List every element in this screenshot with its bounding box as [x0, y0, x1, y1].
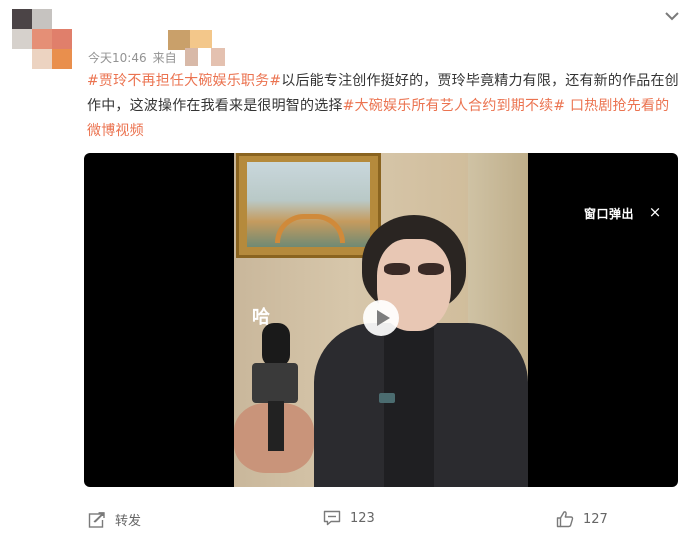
video-player[interactable]: 哈 窗口弹出 × [84, 153, 678, 487]
hashtag-link[interactable]: #大碗娱乐所有艺人合约到期不续# [343, 98, 566, 114]
source-blurred [184, 48, 225, 66]
close-icon[interactable]: × [648, 203, 662, 221]
repost-label: 转发 [115, 514, 142, 529]
like-icon [556, 511, 574, 528]
action-bar: 转发 123 127 [0, 510, 699, 532]
microphone [252, 323, 298, 453]
comment-button[interactable]: 123 [323, 510, 375, 526]
hashtag-link[interactable]: #贾玲不再担任大碗娱乐职务# [87, 73, 281, 89]
comment-count: 123 [350, 510, 375, 526]
chevron-down-icon[interactable] [664, 8, 680, 24]
popout-window-button[interactable]: 窗口弹出 [584, 205, 634, 222]
painting [236, 153, 381, 258]
post-source-label: 来自 [152, 50, 177, 65]
play-icon[interactable] [363, 300, 399, 336]
username-blurred[interactable] [168, 30, 212, 50]
like-count: 127 [583, 511, 608, 527]
post-meta: 今天10:46 来自 [88, 48, 225, 66]
like-button[interactable]: 127 [556, 510, 608, 528]
comment-icon [323, 510, 341, 526]
post-text: #贾玲不再担任大碗娱乐职务#以后能专注创作挺好的，贾玲毕竟精力有限，还有新的作品… [87, 69, 682, 144]
mic-logo: 哈 [252, 307, 270, 328]
post-time[interactable]: 今天10:46 [88, 49, 147, 66]
repost-button[interactable]: 转发 [88, 510, 141, 529]
share-icon [88, 511, 105, 528]
user-avatar[interactable] [12, 9, 72, 69]
